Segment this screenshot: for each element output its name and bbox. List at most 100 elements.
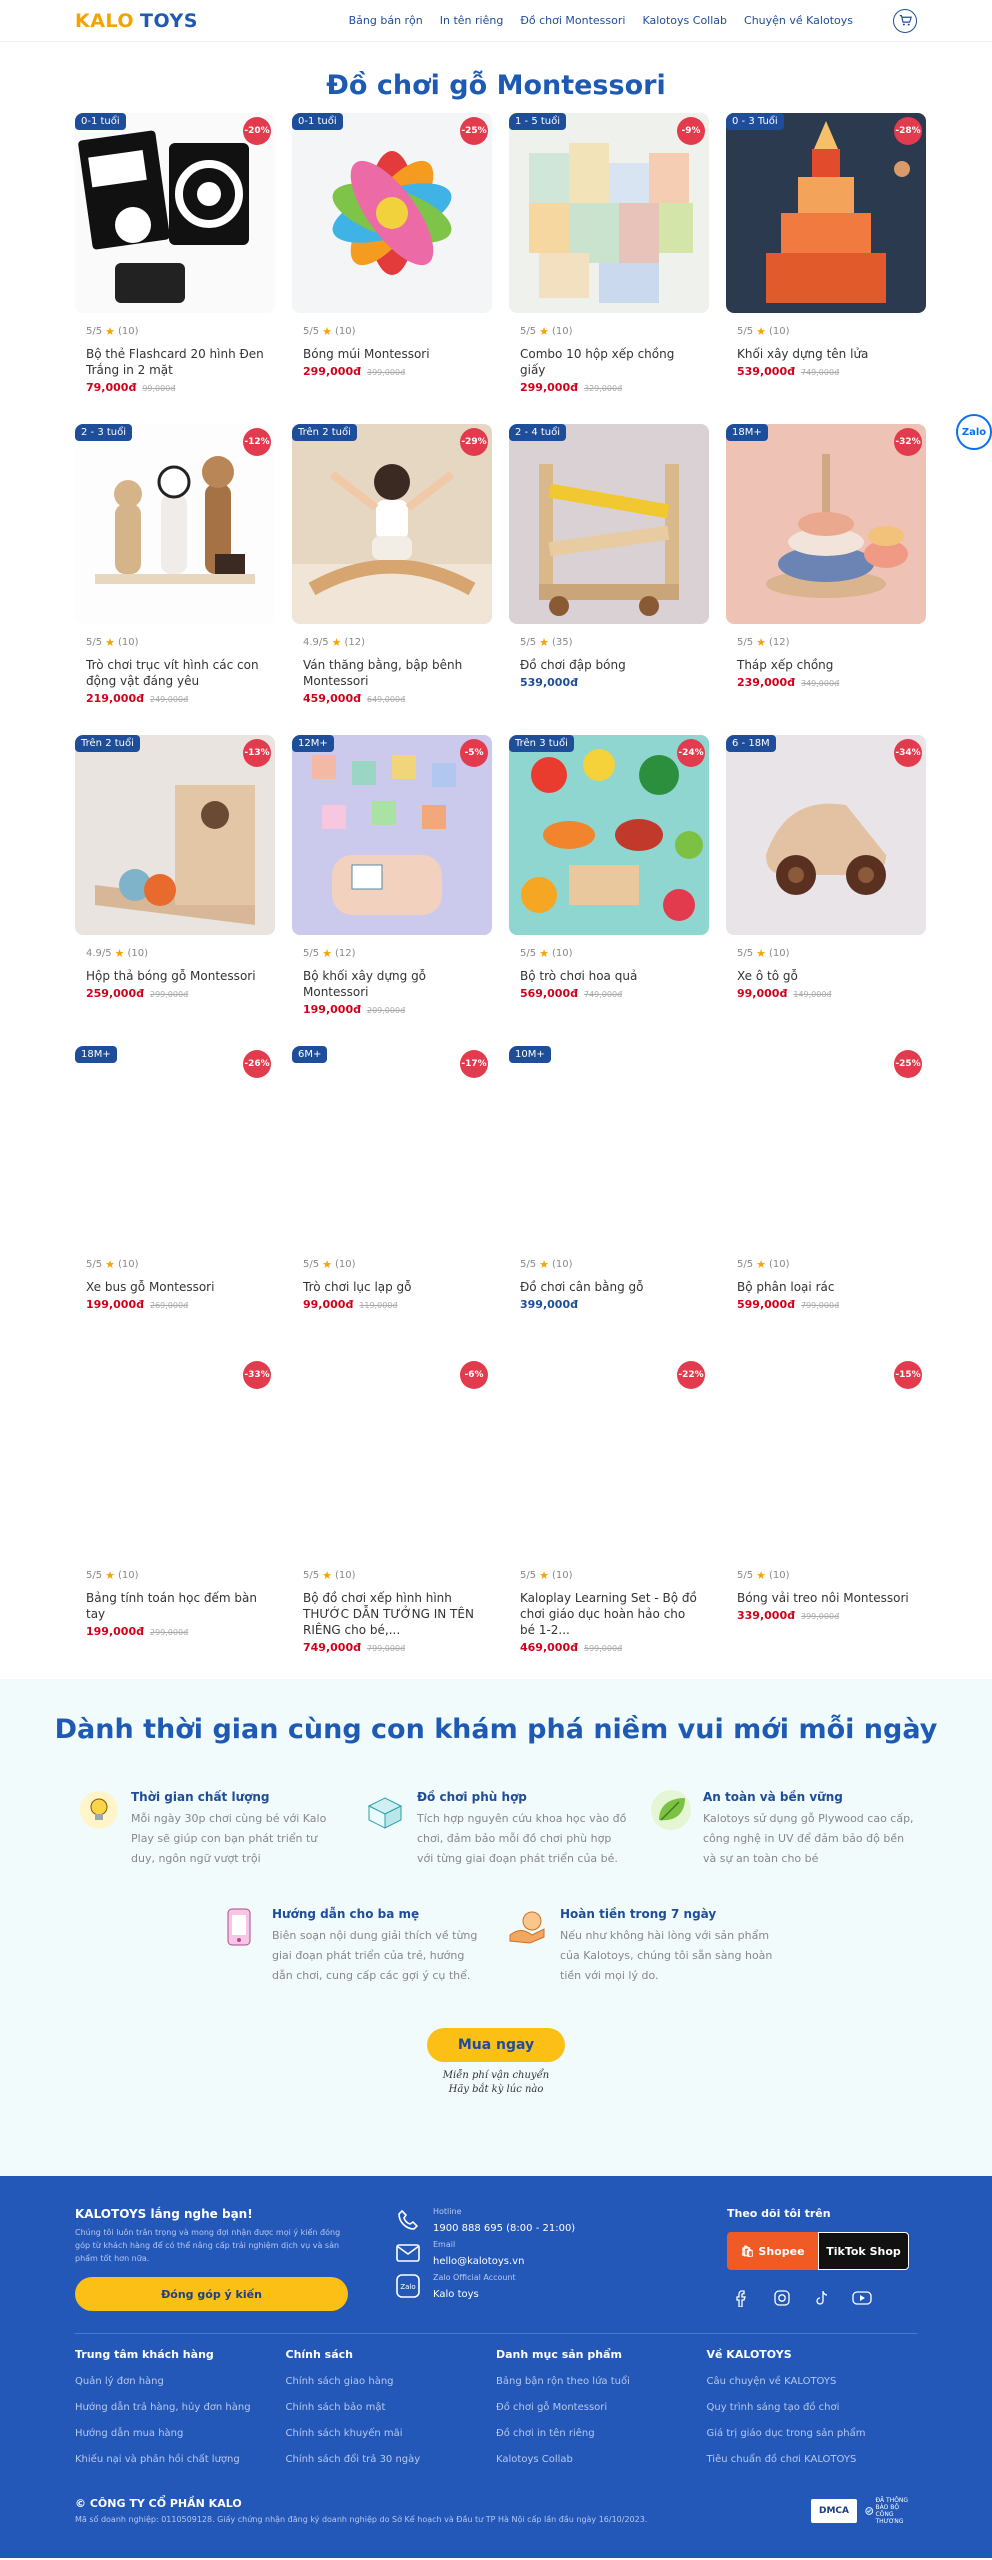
buy-now-button[interactable]: Mua ngay: [427, 2028, 565, 2062]
product-name[interactable]: Ván thăng bằng, bập bênh Montessori: [292, 657, 492, 689]
product-card[interactable]: 2 - 4 tuổi 5/5 ★ (35) Đồ chơi đập bóng 539,00…: [509, 424, 709, 735]
zalo-chat-button[interactable]: Zalo: [956, 414, 992, 450]
product-image[interactable]: 0-1 tuổi -25%: [292, 113, 492, 313]
footer-link[interactable]: Hướng dẫn trả hàng, hủy đơn hàng: [75, 2395, 286, 2421]
nav-item[interactable]: Chuyện về Kalotoys: [744, 14, 853, 27]
tiktok-shop-button[interactable]: TikTok Shop: [818, 2232, 909, 2270]
product-card[interactable]: Trên 3 tuổi -24% 5/5 ★ (10) Bộ trò chơi hoa q…: [509, 735, 709, 1046]
feedback-block: KALOTOYS lắng nghe bạn! Chúng tôi luôn t…: [75, 2207, 348, 2311]
nav-item[interactable]: In tên riêng: [440, 14, 504, 27]
product-name[interactable]: Xe bus gỗ Montessori: [75, 1279, 275, 1295]
product-name[interactable]: Xe ô tô gỗ: [726, 968, 926, 984]
product-price: 299,000đ: [303, 365, 361, 378]
footer-link[interactable]: Đồ chơi in tên riêng: [496, 2421, 707, 2447]
nav-item[interactable]: Bảng bán rộn: [349, 14, 423, 27]
product-card[interactable]: 0-1 tuổi -25% 5/5 ★ (10) Bóng múi Montessori 2…: [292, 113, 492, 424]
product-card[interactable]: 6M+ -17% 5/5 ★ (10) Trò chơi lục lạp gỗ 99,000…: [292, 1046, 492, 1357]
product-image[interactable]: 0 - 3 Tuổi -28%: [726, 113, 926, 313]
product-image[interactable]: Trên 2 tuổi -13%: [75, 735, 275, 935]
product-image[interactable]: 10M+: [509, 1046, 709, 1246]
zalo-account[interactable]: Zalo Zalo Official Account Kalo toys: [395, 2273, 635, 2301]
product-image[interactable]: 18M+ -32%: [726, 424, 926, 624]
footer-link[interactable]: Câu chuyện về KALOTOYS: [707, 2369, 918, 2395]
nav-item[interactable]: Kalotoys Collab: [642, 14, 727, 27]
product-card[interactable]: 10M+ 5/5 ★ (10) Đồ chơi cân bằng gỗ 399,000đ: [509, 1046, 709, 1357]
product-image[interactable]: 18M+ -26%: [75, 1046, 275, 1246]
product-image[interactable]: 1 - 5 tuổi -9%: [509, 113, 709, 313]
product-card[interactable]: 0-1 tuổi -20% 5/5 ★ (10) Bộ thẻ Flashcard 20 …: [75, 113, 275, 424]
tiktok-icon[interactable]: [812, 2288, 832, 2308]
footer-link[interactable]: Giá trị giáo dục trong sản phẩm: [707, 2421, 918, 2447]
email[interactable]: Email hello@kalotoys.vn: [395, 2240, 635, 2268]
footer-link[interactable]: Kalotoys Collab: [496, 2447, 707, 2473]
product-name[interactable]: Tháp xếp chồng: [726, 657, 926, 673]
product-name[interactable]: Trò chơi trục vít hình các con động vật …: [75, 657, 275, 689]
product-name[interactable]: Bộ khối xây dựng gỗ Montessori: [292, 968, 492, 1000]
cart-button[interactable]: [893, 8, 917, 33]
product-name[interactable]: Kaloplay Learning Set - Bộ đồ chơi giáo …: [509, 1590, 709, 1638]
instagram-icon[interactable]: [772, 2288, 792, 2308]
product-card[interactable]: Trên 2 tuổi -29% 4.9/5 ★ (12) Ván thăng bằng,…: [292, 424, 492, 735]
footer-link[interactable]: Chính sách khuyến mãi: [286, 2421, 497, 2447]
footer-link[interactable]: Hướng dẫn mua hàng: [75, 2421, 286, 2447]
product-name[interactable]: Đồ chơi đập bóng: [509, 657, 709, 673]
footer-link[interactable]: Chính sách bảo mật: [286, 2395, 497, 2421]
logo[interactable]: KALO TOYS: [75, 10, 198, 32]
shopee-button[interactable]: 🛍 Shopee: [727, 2232, 818, 2270]
product-card[interactable]: -6% 5/5 ★ (10) Bộ đồ chơi xếp hình hình THƯỚ…: [292, 1357, 492, 1668]
product-name[interactable]: Bộ đồ chơi xếp hình hình THƯỚC DẪN TƯỞNG…: [292, 1590, 492, 1638]
product-name[interactable]: Đồ chơi cân bằng gỗ: [509, 1279, 709, 1295]
facebook-icon[interactable]: [732, 2288, 752, 2308]
product-image[interactable]: -33%: [75, 1357, 275, 1557]
footer-link[interactable]: Đồ chơi gỗ Montessori: [496, 2395, 707, 2421]
nav-item[interactable]: Đồ chơi Montessori: [520, 14, 625, 27]
product-name[interactable]: Bộ trò chơi hoa quả: [509, 968, 709, 984]
product-card[interactable]: 18M+ -32% 5/5 ★ (12) Tháp xếp chồng 239,000đ 34…: [726, 424, 926, 735]
product-card[interactable]: -15% 5/5 ★ (10) Bóng vải treo nôi Montessori…: [726, 1357, 926, 1668]
footer-link[interactable]: Bảng bận rộn theo lứa tuổi: [496, 2369, 707, 2395]
product-image[interactable]: -6%: [292, 1357, 492, 1557]
product-card[interactable]: Trên 2 tuổi -13% 4.9/5 ★ (10) Hộp thả bóng gỗ…: [75, 735, 275, 1046]
product-name[interactable]: Bóng vải treo nôi Montessori: [726, 1590, 926, 1606]
product-name[interactable]: Bộ thẻ Flashcard 20 hình Đen Trắng in 2 …: [75, 346, 275, 378]
product-card[interactable]: -25% 5/5 ★ (10) Bộ phân loại rác 599,000đ 799,…: [726, 1046, 926, 1357]
product-image[interactable]: -22%: [509, 1357, 709, 1557]
product-image[interactable]: 12M+ -5%: [292, 735, 492, 935]
product-image[interactable]: 6 - 18M -34%: [726, 735, 926, 935]
product-card[interactable]: -22% 5/5 ★ (10) Kaloplay Learning Set - Bộ đ…: [509, 1357, 709, 1668]
product-image[interactable]: -15%: [726, 1357, 926, 1557]
product-card[interactable]: 18M+ -26% 5/5 ★ (10) Xe bus gỗ Montessori 199,…: [75, 1046, 275, 1357]
product-name[interactable]: Bóng múi Montessori: [292, 346, 492, 362]
footer-link[interactable]: Tiêu chuẩn đồ chơi KALOTOYS: [707, 2447, 918, 2473]
product-name[interactable]: Bảng tính toán học đếm bàn tay: [75, 1590, 275, 1622]
dmca-badge[interactable]: DMCA: [811, 2498, 857, 2523]
product-name[interactable]: Trò chơi lục lạp gỗ: [292, 1279, 492, 1295]
bct-badge[interactable]: ĐÃ THÔNG BÁO BỘ CÔNG THƯƠNG: [865, 2497, 917, 2525]
footer-column-title: Trung tâm khách hàng: [75, 2348, 214, 2361]
feedback-button[interactable]: Đóng góp ý kiến: [75, 2277, 348, 2311]
hotline[interactable]: Hotline 1900 888 695 (8:00 - 21:00): [395, 2207, 635, 2235]
product-card[interactable]: 0 - 3 Tuổi -28% 5/5 ★ (10) Khối xây dựng tên …: [726, 113, 926, 424]
footer-link[interactable]: Quản lý đơn hàng: [75, 2369, 286, 2395]
product-card[interactable]: 6 - 18M -34% 5/5 ★ (10) Xe ô tô gỗ 99,000đ 149,…: [726, 735, 926, 1046]
product-name[interactable]: Hộp thả bóng gỗ Montessori: [75, 968, 275, 984]
product-card[interactable]: 1 - 5 tuổi -9% 5/5 ★ (10) Combo 10 hộp xếp ch…: [509, 113, 709, 424]
product-name[interactable]: Combo 10 hộp xếp chồng giấy: [509, 346, 709, 378]
product-image[interactable]: 0-1 tuổi -20%: [75, 113, 275, 313]
footer-link[interactable]: Khiếu nại và phản hồi chất lượng: [75, 2447, 286, 2473]
product-image[interactable]: Trên 2 tuổi -29%: [292, 424, 492, 624]
product-card[interactable]: 2 - 3 tuổi -12% 5/5 ★ (10) Trò chơi trục vít …: [75, 424, 275, 735]
footer-link[interactable]: Quy trình sáng tạo đồ chơi: [707, 2395, 918, 2421]
product-name[interactable]: Khối xây dựng tên lửa: [726, 346, 926, 362]
youtube-icon[interactable]: [852, 2288, 872, 2308]
product-image[interactable]: 2 - 3 tuổi -12%: [75, 424, 275, 624]
product-card[interactable]: -33% 5/5 ★ (10) Bảng tính toán học đếm bàn t…: [75, 1357, 275, 1668]
footer-link[interactable]: Chính sách đổi trả 30 ngày: [286, 2447, 497, 2473]
product-image[interactable]: 6M+ -17%: [292, 1046, 492, 1246]
footer-link[interactable]: Chính sách giao hàng: [286, 2369, 497, 2395]
product-image[interactable]: -25%: [726, 1046, 926, 1246]
product-image[interactable]: Trên 3 tuổi -24%: [509, 735, 709, 935]
product-card[interactable]: 12M+ -5% 5/5 ★ (12) Bộ khối xây dựng gỗ Monte…: [292, 735, 492, 1046]
product-image[interactable]: 2 - 4 tuổi: [509, 424, 709, 624]
product-name[interactable]: Bộ phân loại rác: [726, 1279, 926, 1295]
